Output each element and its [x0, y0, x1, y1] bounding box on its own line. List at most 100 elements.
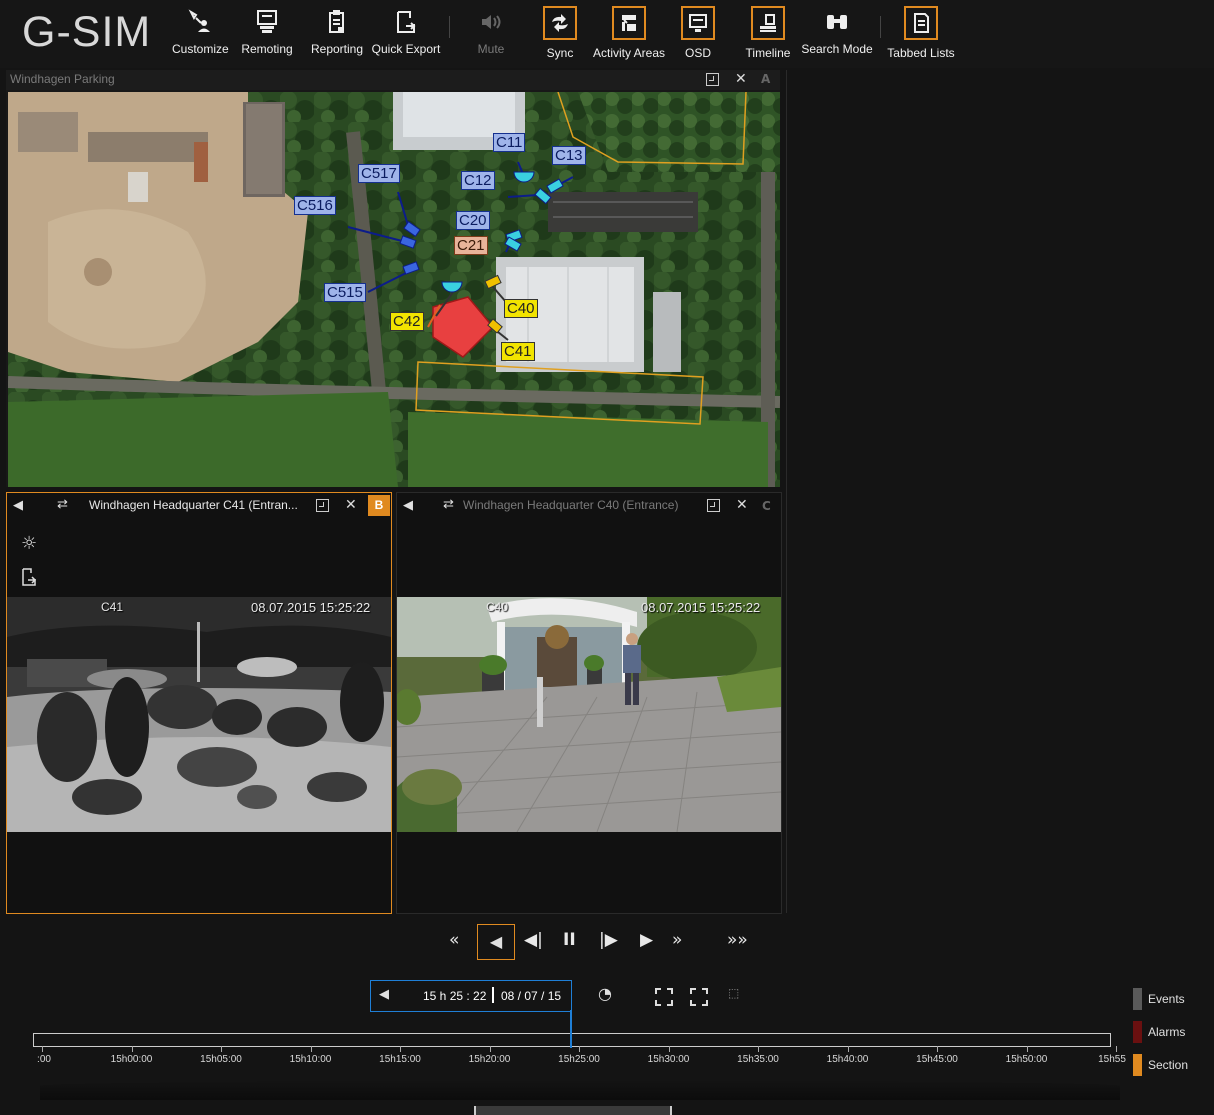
clock-icon[interactable]: ◔ — [598, 984, 612, 1003]
activity-areas-icon — [612, 6, 646, 40]
maximize-icon[interactable] — [707, 499, 720, 515]
export-icon — [392, 8, 420, 36]
pause-icon[interactable]: II — [563, 930, 576, 950]
date-value: 08 / 07 / 15 — [501, 989, 562, 1003]
close-icon[interactable]: ✕ — [735, 71, 747, 87]
sync-icon — [543, 6, 577, 40]
zoom-handle[interactable] — [474, 1106, 672, 1115]
alarms-swatch — [1133, 1021, 1142, 1043]
time-separator — [492, 987, 494, 1003]
video-pane-b-header: ◀ ⇄ Windhagen Headquarter C41 (Entran...… — [7, 495, 391, 516]
timeline-tick-label: 15h30:00 — [647, 1054, 690, 1065]
camera-label-c40[interactable]: C40 — [504, 299, 538, 318]
time-display[interactable]: ◀ 15 h 25 : 22 08 / 07 / 15 — [370, 980, 572, 1012]
timeline-tick-mark — [400, 1046, 401, 1052]
timeline-button[interactable]: Timeline — [744, 6, 792, 60]
camera-label-c515[interactable]: C515 — [324, 283, 366, 302]
osd-timestamp: 08.07.2015 15:25:22 — [251, 600, 371, 615]
quick-export-button[interactable]: Quick Export — [370, 8, 442, 56]
video-frame-c40[interactable] — [397, 597, 781, 832]
camera-label-c516[interactable]: C516 — [294, 196, 336, 215]
zoom-curve — [40, 1080, 1120, 1100]
section-clear-icon[interactable]: ⬚ — [728, 986, 739, 1000]
timeline-tick-mark — [489, 1046, 491, 1052]
camera-label-c11[interactable]: C11 — [493, 133, 526, 152]
sync-status-icon: ⇄ — [57, 496, 68, 511]
timeline-tick-label: 15h45:00 — [916, 1054, 958, 1065]
app-logo: G-SIM — [22, 8, 152, 56]
camera-label-c517[interactable]: C517 — [358, 164, 400, 183]
fast-forward-icon[interactable]: » — [672, 930, 682, 950]
timeline-tick-mark — [310, 1046, 312, 1052]
remoting-button[interactable]: Remoting — [240, 8, 294, 56]
timeline-tick-label: 15h55 — [1098, 1054, 1126, 1065]
collapse-left-icon[interactable]: ◀ — [403, 497, 413, 513]
section-end-icon[interactable] — [690, 988, 708, 1006]
camera-label-c12[interactable]: C12 — [461, 171, 495, 190]
top-toolbar: G-SIM Customize Remoting Reporting Quick… — [0, 0, 1214, 68]
mute-button[interactable]: Mute — [470, 8, 512, 56]
section-start-icon[interactable] — [655, 988, 673, 1006]
timeline-tick-mark — [937, 1046, 938, 1052]
activity-areas-button[interactable]: Activity Areas — [592, 6, 666, 60]
timeline-tick-label: :00 — [37, 1054, 51, 1065]
remoting-label: Remoting — [241, 42, 293, 56]
osd-icon — [681, 6, 715, 40]
camera-osd-label: C40 — [486, 600, 509, 614]
collapse-left-icon[interactable]: ◀ — [13, 497, 23, 513]
camera-label-c20[interactable]: C20 — [456, 211, 490, 230]
maximize-icon[interactable] — [706, 73, 719, 89]
tabbed-lists-button[interactable]: Tabbed Lists — [886, 6, 956, 60]
pane-letter-c: C — [762, 499, 771, 513]
binoculars-icon — [823, 8, 851, 36]
timeline-tick-mark — [579, 1046, 580, 1052]
time-back-icon[interactable]: ◀ — [379, 987, 389, 1002]
play-reverse-button[interactable]: ◀ — [477, 924, 515, 960]
reporting-button[interactable]: Reporting — [310, 8, 364, 56]
search-mode-button[interactable]: Search Mode — [800, 8, 874, 56]
osd-timestamp: 08.07.2015 15:25:22 — [641, 600, 761, 615]
video-frame-c41[interactable] — [7, 597, 391, 832]
close-icon[interactable]: ✕ — [736, 497, 748, 513]
tabbed-lists-label: Tabbed Lists — [887, 46, 955, 60]
camera-label-c13[interactable]: C13 — [552, 146, 586, 165]
brightness-icon[interactable]: ☼ — [21, 533, 37, 554]
camera-label-c42[interactable]: C42 — [390, 312, 424, 331]
aerial-map[interactable] — [8, 92, 780, 487]
timeline-tick-label: 15h15:00 — [379, 1054, 421, 1065]
timeline-tick-label: 15h35:00 — [737, 1054, 779, 1065]
reporting-icon — [323, 8, 351, 36]
fast-rewind-icon[interactable]: « — [449, 930, 459, 950]
timeline-cursor[interactable] — [570, 1010, 572, 1048]
step-forward-icon[interactable]: |▶ — [599, 930, 618, 950]
legend-alarms-label: Alarms — [1148, 1025, 1186, 1039]
video-pane-c-title: Windhagen Headquarter C40 (Entrance) — [463, 498, 679, 512]
jump-to-live-icon[interactable]: »» — [727, 930, 748, 950]
timeline-tick-mark — [1116, 1046, 1117, 1052]
sync-button[interactable]: Sync — [540, 6, 580, 60]
video-pane-c: ◀ ⇄ Windhagen Headquarter C40 (Entrance)… — [396, 492, 782, 914]
pane-letter-b: B — [368, 495, 390, 516]
timeline-tick-label: 15h50:00 — [1005, 1054, 1048, 1065]
video-pane-b-title: Windhagen Headquarter C41 (Entran... — [89, 498, 298, 512]
events-swatch — [1133, 988, 1142, 1010]
quick-export-label: Quick Export — [371, 42, 441, 56]
maximize-icon[interactable] — [316, 499, 329, 515]
search-mode-label: Search Mode — [801, 42, 873, 56]
timeline-track[interactable] — [33, 1033, 1111, 1047]
step-back-icon[interactable]: ◀| — [524, 930, 543, 950]
video-pane-b: ◀ ⇄ Windhagen Headquarter C41 (Entran...… — [6, 492, 392, 914]
customize-button[interactable]: Customize — [172, 8, 229, 56]
osd-label: OSD — [684, 46, 711, 60]
osd-button[interactable]: OSD — [678, 6, 718, 60]
export-icon[interactable] — [21, 568, 37, 590]
play-icon[interactable]: ▶ — [640, 930, 653, 950]
timeline-tick-mark — [221, 1046, 222, 1052]
tabbed-lists-icon — [904, 6, 938, 40]
camera-osd-label: C41 — [101, 600, 124, 614]
camera-label-c21[interactable]: C21 — [454, 236, 488, 255]
camera-label-c41[interactable]: C41 — [501, 342, 535, 361]
sync-status-icon: ⇄ — [443, 496, 454, 511]
close-icon[interactable]: ✕ — [345, 497, 357, 513]
timeline-tick-label: 15h20:00 — [468, 1054, 511, 1065]
